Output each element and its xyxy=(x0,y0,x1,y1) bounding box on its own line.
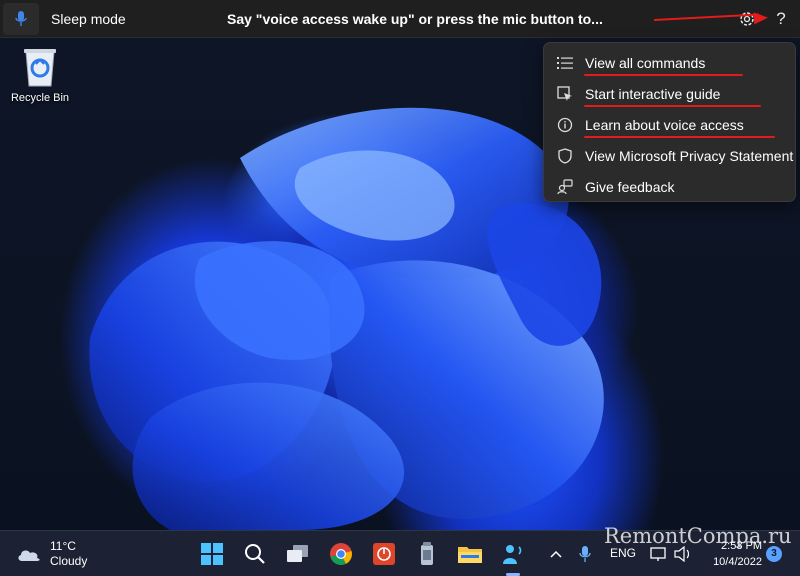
microphone-tray-icon[interactable] xyxy=(574,540,596,568)
task-view-icon[interactable] xyxy=(284,540,312,568)
menu-item-label: View Microsoft Privacy Statement xyxy=(585,147,794,164)
menu-item-give-feedback[interactable]: Give feedback xyxy=(544,171,795,202)
help-menu: View all commands Start interactive guid… xyxy=(543,42,796,202)
recycle-bin-shortcut[interactable]: Recycle Bin xyxy=(6,44,74,114)
mic-button[interactable] xyxy=(3,2,39,35)
menu-item-privacy-statement[interactable]: View Microsoft Privacy Statement xyxy=(544,140,795,171)
voice-status-text: Sleep mode xyxy=(51,10,126,27)
microphone-icon xyxy=(15,10,27,26)
weather-temperature: 11°C xyxy=(50,539,76,553)
menu-item-view-all-commands[interactable]: View all commands xyxy=(544,47,795,78)
annotation-underline xyxy=(584,105,761,107)
weather-condition: Cloudy xyxy=(50,554,88,568)
menu-item-label: Learn about voice access xyxy=(585,116,744,133)
windows-start-icon[interactable] xyxy=(198,540,226,568)
annotation-underline xyxy=(584,74,743,76)
annotation-underline xyxy=(584,136,775,138)
info-icon xyxy=(556,116,574,134)
watermark-text: RemontCompa.ru xyxy=(604,524,792,548)
feedback-icon xyxy=(556,178,574,196)
cloud-icon xyxy=(18,550,40,561)
recycle-bin-label: Recycle Bin xyxy=(10,92,70,104)
weather-widget[interactable]: 11°C Cloudy xyxy=(16,539,87,569)
chevron-up-icon[interactable] xyxy=(545,540,567,568)
recycle-bin-icon xyxy=(24,49,56,87)
voice-access-icon[interactable] xyxy=(499,540,527,568)
menu-item-learn-about-voice-access[interactable]: Learn about voice access xyxy=(544,109,795,140)
notification-badge[interactable]: 3 xyxy=(766,546,782,562)
menu-item-label: View all commands xyxy=(585,54,706,71)
recycle-app-icon[interactable] xyxy=(413,540,441,568)
file-explorer-icon[interactable] xyxy=(456,540,484,568)
shield-icon xyxy=(556,147,574,165)
search-icon[interactable] xyxy=(241,540,269,568)
annotation-arrow-head xyxy=(753,11,769,25)
language-indicator[interactable]: ENG xyxy=(610,546,636,560)
guide-icon xyxy=(556,85,574,103)
list-icon xyxy=(556,54,574,72)
chrome-icon[interactable] xyxy=(327,540,355,568)
app-icon[interactable] xyxy=(370,540,398,568)
voice-hint-text: Say "voice access wake up" or press the … xyxy=(227,11,603,27)
menu-item-start-interactive-guide[interactable]: Start interactive guide xyxy=(544,78,795,109)
menu-item-label: Start interactive guide xyxy=(585,85,721,102)
menu-item-label: Give feedback xyxy=(585,178,675,195)
help-button[interactable]: ? xyxy=(770,8,792,30)
clock-date: 10/4/2022 xyxy=(713,556,762,568)
